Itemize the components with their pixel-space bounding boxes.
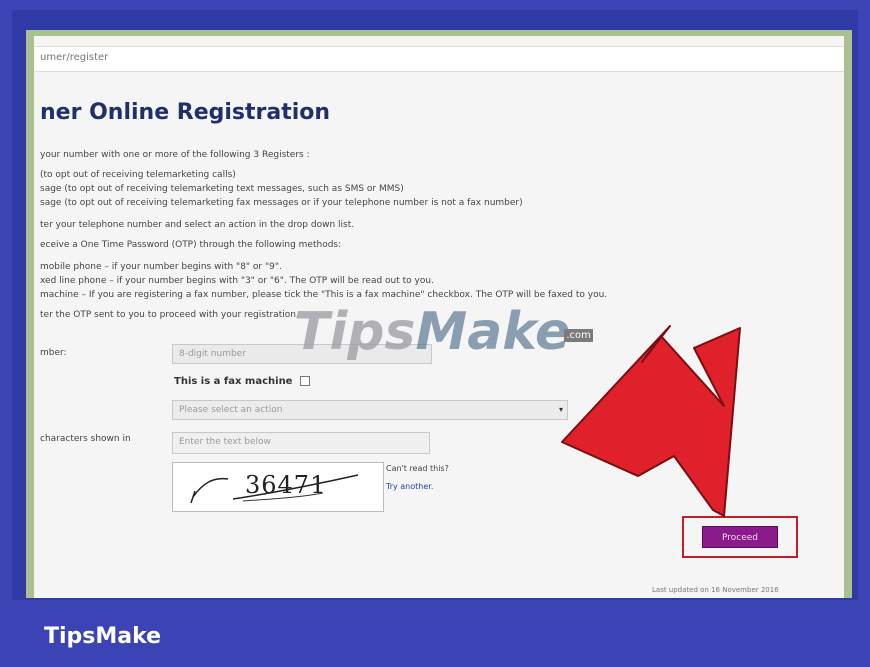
cant-read-text: Can't read this? bbox=[386, 464, 449, 473]
register-item-calls: (to opt out of receiving telemarketing c… bbox=[40, 170, 236, 180]
registration-page: umer/register ner Online Registration yo… bbox=[34, 36, 844, 598]
step3-text: ter the OTP sent to you to proceed with … bbox=[40, 310, 299, 320]
last-updated-text: Last updated on 16 November 2016 bbox=[652, 586, 779, 594]
page-title: ner Online Registration bbox=[40, 100, 331, 125]
method-fixed-line: xed line phone – if your number begins w… bbox=[40, 276, 434, 286]
watermark-make: Make bbox=[415, 302, 571, 362]
method-mobile: mobile phone – if your number begins wit… bbox=[40, 262, 282, 272]
action-select-value: Please select an action bbox=[179, 405, 283, 415]
fax-checkbox-row[interactable]: This is a fax machine bbox=[174, 376, 310, 387]
action-select[interactable]: Please select an action ▾ bbox=[172, 400, 568, 420]
watermark-suffix: .com bbox=[564, 328, 593, 342]
fax-checkbox[interactable] bbox=[299, 376, 310, 386]
address-bar[interactable]: umer/register bbox=[34, 46, 844, 72]
watermark-tips: Tips bbox=[294, 302, 416, 362]
captcha-label: characters shown in bbox=[40, 434, 131, 444]
intro-text: your number with one or more of the foll… bbox=[40, 150, 310, 160]
captcha-text: 36471 bbox=[245, 471, 327, 499]
method-fax: machine – If you are registering a fax n… bbox=[40, 290, 608, 300]
captcha-input[interactable]: Enter the text below bbox=[172, 432, 430, 454]
step1-text: ter your telephone number and select an … bbox=[40, 220, 355, 230]
register-item-text: sage (to opt out of receiving telemarket… bbox=[40, 184, 404, 194]
tipsmake-watermark: TipsMake.com bbox=[294, 302, 593, 362]
fax-checkbox-label: This is a fax machine bbox=[174, 376, 293, 387]
captcha-image: 36471 bbox=[172, 462, 384, 512]
proceed-button[interactable]: Proceed bbox=[702, 526, 778, 548]
address-bar-url: umer/register bbox=[40, 52, 109, 63]
register-item-fax: sage (to opt out of receiving telemarket… bbox=[40, 198, 523, 208]
try-another-link[interactable]: Try another. bbox=[386, 482, 433, 491]
number-label: mber: bbox=[40, 348, 67, 358]
step2-text: eceive a One Time Password (OTP) through… bbox=[40, 240, 342, 250]
dropdown-arrow-icon: ▾ bbox=[558, 405, 563, 414]
brand-logo: TipsMake bbox=[44, 624, 162, 649]
